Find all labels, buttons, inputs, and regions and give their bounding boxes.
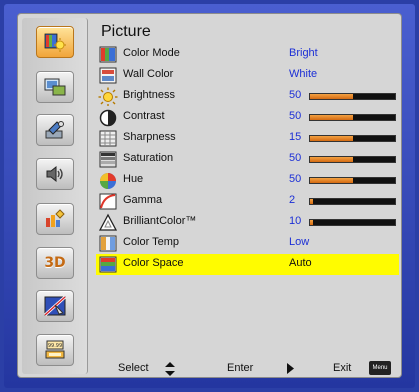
sidebar-item-3d[interactable]: 3D [36, 247, 74, 279]
menu-item-label: Wall Color [123, 67, 174, 80]
menu-item-label: Color Space [123, 256, 184, 269]
menu-item-color-temp[interactable]: Color Temp Low [96, 233, 399, 254]
up-down-arrows-icon [165, 362, 175, 379]
menu-item-label: Color Mode [123, 47, 180, 59]
menu-item-value: 50 [289, 151, 302, 164]
menu-item-value: 50 [289, 88, 302, 101]
menu-item-value: Bright [289, 47, 318, 59]
menu-item-value: 50 [289, 109, 302, 122]
menu-item-value: White [289, 67, 318, 80]
network-icon: 99.99 [45, 340, 65, 359]
language-icon [43, 295, 67, 317]
enter-hint: Enter [227, 362, 254, 374]
menu-item-value: 10 [289, 214, 302, 227]
color-temp-icon [98, 234, 118, 253]
slider-fill [310, 219, 313, 225]
category-sidebar: 3D 99.99 [22, 18, 88, 374]
menu-item-wall-color[interactable]: Wall Color White [96, 65, 399, 86]
menu-item-saturation[interactable]: Saturation 50 [96, 149, 399, 170]
hue-icon [98, 171, 118, 190]
value-slider[interactable] [309, 218, 396, 226]
menu-item-label: Contrast [123, 109, 165, 122]
menu-item-label: BrilliantColor™ [123, 214, 197, 227]
display-icon [44, 78, 66, 96]
options-icon [46, 209, 65, 227]
slider-fill [310, 198, 313, 204]
value-slider[interactable] [309, 176, 396, 184]
menu-item-hue[interactable]: Hue 50 [96, 170, 399, 191]
menu-item-label: Sharpness [123, 130, 176, 143]
contrast-icon [98, 108, 118, 127]
select-hint: Select [118, 362, 149, 374]
sharpness-icon [98, 129, 118, 148]
color-mode-icon [98, 45, 118, 64]
3d-icon: 3D [44, 255, 66, 271]
wall-color-icon [98, 66, 118, 85]
color-space-icon [98, 255, 118, 274]
value-slider[interactable] [309, 155, 396, 163]
exit-hint: Exit [333, 362, 352, 374]
menu-item-label: Saturation [123, 151, 174, 164]
sidebar-item-setup[interactable] [36, 114, 74, 146]
picture-icon [44, 33, 66, 52]
menu-item-sharpness[interactable]: Sharpness 15 [96, 128, 399, 149]
saturation-icon [98, 150, 118, 169]
menu-item-label: Gamma [123, 193, 163, 206]
slider-fill [310, 114, 353, 120]
right-arrow-icon [287, 363, 294, 377]
menu-item-color-space[interactable]: Color Space Auto [96, 253, 399, 275]
sidebar-item-volume[interactable] [36, 158, 74, 190]
menu-item-value: Low [289, 235, 310, 248]
sidebar-item-options[interactable] [36, 203, 74, 235]
osd-panel: 3D 99.99 Picture Color Mode Bright Wall Co… [17, 13, 402, 378]
menu-item-color-mode[interactable]: Color Mode Bright [96, 44, 399, 65]
brightness-icon [98, 87, 118, 107]
value-slider[interactable] [309, 197, 396, 205]
menu-item-value: Auto [289, 256, 312, 269]
menu-item-brilliantcolor[interactable]: BrilliantColor™ 10 [96, 212, 399, 233]
menu-item-value: 15 [289, 130, 302, 143]
slider-fill [310, 135, 353, 141]
setup-icon [45, 121, 64, 139]
menu-key-icon: Menu [369, 361, 391, 375]
value-slider[interactable] [309, 134, 396, 142]
sidebar-item-language[interactable] [36, 290, 74, 322]
menu-item-label: Hue [123, 172, 144, 185]
menu-item-value: 2 [289, 193, 296, 206]
menu-item-label: Color Temp [123, 235, 180, 248]
menu-item-value: 50 [289, 172, 302, 185]
volume-icon [46, 165, 63, 183]
value-slider[interactable] [309, 92, 396, 100]
brilliantcolor-icon [98, 213, 118, 232]
footer-hints: Select Enter Exit Menu [18, 361, 401, 379]
slider-fill [310, 93, 353, 99]
page-title: Picture [101, 23, 151, 40]
menu-item-brightness[interactable]: Brightness 50 [96, 86, 399, 107]
value-slider[interactable] [309, 113, 396, 121]
menu-item-contrast[interactable]: Contrast 50 [96, 107, 399, 128]
slider-fill [310, 156, 353, 162]
gamma-icon [98, 192, 118, 211]
slider-fill [310, 177, 353, 183]
sidebar-item-display[interactable] [36, 71, 74, 103]
svg-text:99.99: 99.99 [48, 343, 62, 349]
menu-item-gamma[interactable]: Gamma 2 [96, 191, 399, 212]
menu-item-label: Brightness [123, 88, 175, 101]
sidebar-item-picture[interactable] [36, 26, 74, 58]
